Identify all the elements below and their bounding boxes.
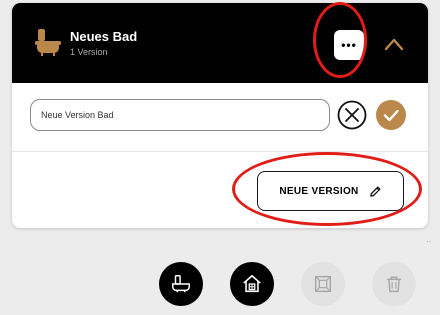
bathtub-icon xyxy=(35,29,61,56)
cancel-icon[interactable] xyxy=(337,100,367,130)
new-version-button[interactable]: NEUE VERSION xyxy=(257,171,404,211)
resize-dots: ·· xyxy=(426,237,432,246)
checkmark-icon xyxy=(383,109,399,122)
divider xyxy=(12,151,428,152)
panel-header: Neues Bad 1 Version ••• xyxy=(12,3,428,83)
app-root: { "header": { "title": "Neues Bad", "sub… xyxy=(0,0,440,315)
trash-icon xyxy=(386,276,402,293)
more-options-button[interactable]: ••• xyxy=(334,30,364,60)
delete-button[interactable] xyxy=(372,262,416,306)
version-name-input[interactable] xyxy=(30,99,330,131)
floorplan-icon xyxy=(314,275,332,293)
bathroom-tool-button[interactable] xyxy=(159,262,203,306)
confirm-button[interactable] xyxy=(376,100,406,130)
project-title: Neues Bad xyxy=(70,29,138,44)
floorplan-tool-button[interactable] xyxy=(301,262,345,306)
chevron-up-icon[interactable] xyxy=(384,37,404,51)
pencil-icon xyxy=(369,185,381,197)
bathroom-icon xyxy=(172,275,190,293)
version-count: 1 Version xyxy=(70,47,108,57)
version-panel: Neues Bad 1 Version ••• NEUE VERSION xyxy=(12,3,428,228)
house-icon xyxy=(243,274,261,293)
house-tool-button[interactable] xyxy=(230,262,274,306)
new-version-label: NEUE VERSION xyxy=(279,185,359,197)
